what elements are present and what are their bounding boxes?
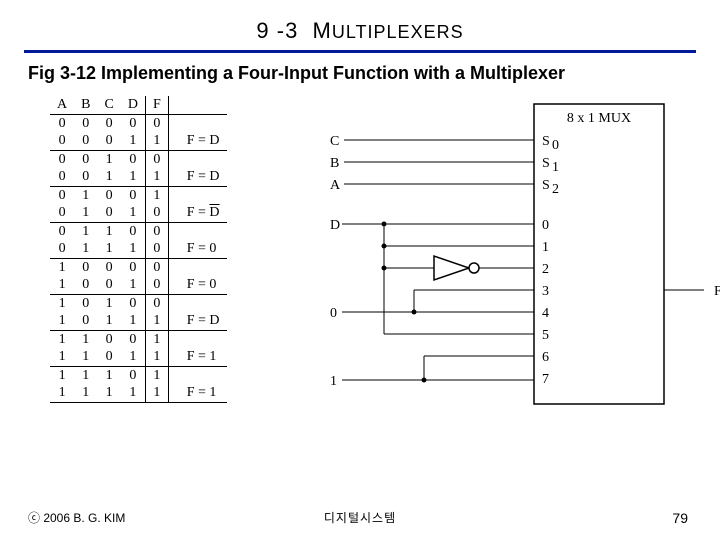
svg-text:7: 7: [542, 372, 549, 387]
svg-text:1: 1: [542, 240, 549, 255]
page-number: 79: [672, 510, 688, 526]
mux-diagram: 8 x 1 MUX CS0BS1AS2 01234567 F D: [324, 96, 720, 426]
section-word-cap: M: [313, 18, 332, 43]
svg-text:0: 0: [552, 138, 559, 153]
svg-text:S: S: [542, 178, 550, 193]
zero-input-label: 0: [330, 306, 337, 321]
svg-text:3: 3: [542, 284, 549, 299]
svg-text:1: 1: [552, 160, 559, 175]
footer-center: 디지털시스템: [0, 509, 720, 526]
slide: 9 -3 MULTIPLEXERS Fig 3-12 Implementing …: [0, 0, 720, 540]
svg-text:S: S: [542, 156, 550, 171]
section-number: 9 -3: [256, 18, 298, 43]
svg-text:5: 5: [542, 328, 549, 343]
svg-text:6: 6: [542, 350, 549, 365]
svg-text:B: B: [330, 156, 339, 171]
section-word-rest: ULTIPLEXERS: [332, 22, 464, 42]
output-label: F: [714, 284, 720, 299]
section-title: 9 -3 MULTIPLEXERS: [24, 18, 696, 44]
svg-text:A: A: [330, 178, 341, 193]
svg-text:S: S: [542, 134, 550, 149]
title-rule: [24, 50, 696, 53]
d-input-label: D: [330, 218, 340, 233]
mux-title: 8 x 1 MUX: [567, 111, 631, 126]
svg-text:0: 0: [542, 218, 549, 233]
svg-text:2: 2: [542, 262, 549, 277]
truth-table: ABCDF 00000 00011F = D00100 00111F = D01…: [50, 96, 227, 403]
figure-caption: Fig 3-12 Implementing a Four-Input Funct…: [28, 63, 696, 84]
one-input-label: 1: [330, 374, 337, 389]
svg-text:C: C: [330, 134, 339, 149]
content-area: ABCDF 00000 00011F = D00100 00111F = D01…: [24, 96, 696, 476]
svg-text:4: 4: [542, 306, 549, 321]
svg-text:2: 2: [552, 182, 559, 197]
